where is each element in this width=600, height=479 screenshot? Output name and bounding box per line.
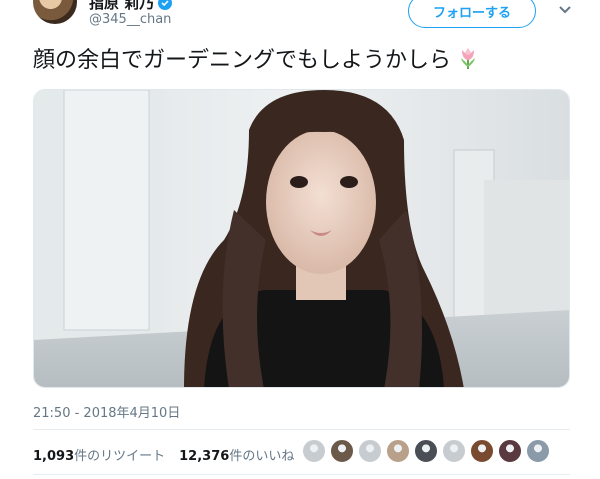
likes-label: 件のいいね (229, 449, 295, 464)
avatar[interactable] (33, 0, 77, 24)
verified-badge-icon (158, 0, 173, 10)
user-handle[interactable]: @345__chan (89, 12, 171, 27)
tweet-text-content: 顔の余白でガーデニングでもしようかしら (33, 48, 452, 73)
liker-avatar[interactable] (386, 439, 410, 463)
tweet-text: 顔の余白でガーデニングでもしようかしら (33, 42, 481, 74)
chevron-down-icon[interactable] (556, 0, 574, 18)
follow-button[interactable]: フォローする (408, 0, 536, 28)
retweets-count: 1,093 (33, 449, 75, 464)
tweet-stats: 1,093件のリツイート 12,376件のいいね (33, 445, 294, 464)
liker-avatar[interactable] (302, 439, 326, 463)
retweets-stat[interactable]: 1,093件のリツイート (33, 445, 165, 464)
liker-avatar[interactable] (498, 439, 522, 463)
liker-avatars (302, 439, 550, 463)
divider (33, 474, 570, 475)
tulip-emoji-icon (455, 45, 481, 71)
tweet-timestamp[interactable]: 21:50 - 2018年4月10日 (33, 402, 180, 421)
liker-avatar[interactable] (414, 439, 438, 463)
liker-avatar[interactable] (526, 439, 550, 463)
likes-count: 12,376 (179, 449, 230, 464)
retweets-label: 件のリツイート (74, 449, 166, 464)
liker-avatar[interactable] (358, 439, 382, 463)
divider (33, 429, 570, 430)
liker-avatar[interactable] (330, 439, 354, 463)
liker-avatar[interactable] (442, 439, 466, 463)
likes-stat[interactable]: 12,376件のいいね (179, 445, 294, 464)
tweet-photo[interactable] (33, 89, 570, 388)
liker-avatar[interactable] (470, 439, 494, 463)
